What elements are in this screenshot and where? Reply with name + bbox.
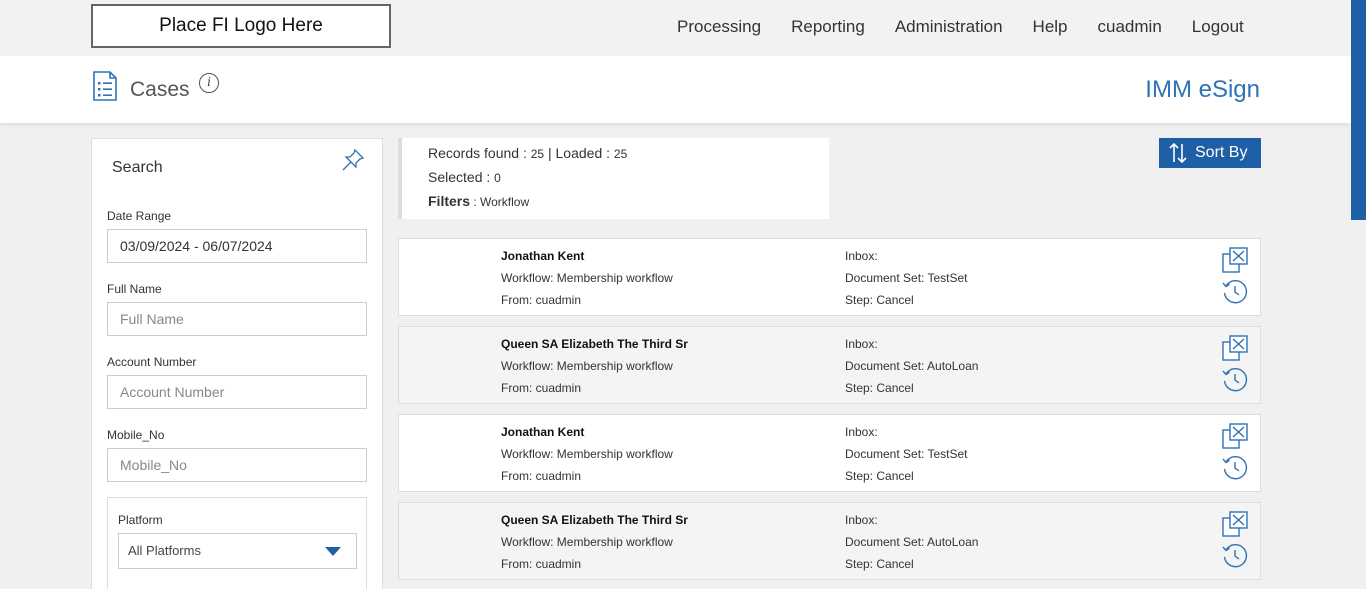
- case-step: Step: Cancel: [845, 293, 914, 307]
- case-inbox: Inbox:: [845, 425, 878, 439]
- nav-logout[interactable]: Logout: [1192, 17, 1244, 37]
- case-document-set: Document Set: TestSet: [845, 271, 968, 285]
- records-found-value: 25: [530, 147, 545, 161]
- case-name: Jonathan Kent: [501, 249, 585, 263]
- search-panel: Search Date Range 03/09/2024 - 06/07/202…: [91, 138, 383, 589]
- case-card[interactable]: Jonathan Kent Workflow: Membership workf…: [398, 238, 1261, 316]
- filters-value: : Workflow: [470, 195, 530, 209]
- date-range-label: Date Range: [107, 209, 172, 223]
- pin-icon[interactable]: [340, 147, 366, 173]
- case-card[interactable]: Queen SA Elizabeth The Third Sr Workflow…: [398, 326, 1261, 404]
- page-header: Cases i IMM eSign: [0, 56, 1351, 123]
- selected-line: Selected : 0: [428, 169, 501, 185]
- sort-arrows-icon: [1169, 142, 1187, 164]
- selected-label: Selected :: [428, 169, 495, 185]
- account-number-label: Account Number: [107, 355, 197, 369]
- nav-user[interactable]: cuadmin: [1098, 17, 1162, 37]
- loaded-value: 25: [613, 147, 628, 161]
- search-title: Search: [112, 159, 163, 176]
- case-card[interactable]: Queen SA Elizabeth The Third Sr Workflow…: [398, 502, 1261, 580]
- nav-reporting[interactable]: Reporting: [791, 17, 865, 37]
- history-icon[interactable]: [1221, 542, 1249, 570]
- selected-value: 0: [494, 171, 501, 185]
- records-summary: Records found : 25 | Loaded : 25 Selecte…: [398, 138, 829, 219]
- case-inbox: Inbox:: [845, 337, 878, 351]
- nav-administration[interactable]: Administration: [895, 17, 1003, 37]
- nav-processing[interactable]: Processing: [677, 17, 761, 37]
- loaded-label: | Loaded :: [544, 145, 614, 161]
- case-name: Jonathan Kent: [501, 425, 585, 439]
- info-icon[interactable]: i: [199, 73, 219, 93]
- case-workflow: Workflow: Membership workflow: [501, 271, 673, 285]
- sort-by-button[interactable]: Sort By: [1159, 138, 1261, 168]
- brand-name: IMM eSign: [1145, 76, 1260, 103]
- cancel-copy-icon[interactable]: [1221, 246, 1249, 274]
- scrollbar-thumb[interactable]: [1351, 0, 1366, 220]
- sort-by-label: Sort By: [1195, 144, 1248, 161]
- platform-section: Platform All Platforms: [107, 497, 367, 589]
- case-document-set: Document Set: AutoLoan: [845, 359, 979, 373]
- cancel-copy-icon[interactable]: [1221, 422, 1249, 450]
- mobile-no-input[interactable]: [107, 448, 367, 482]
- case-inbox: Inbox:: [845, 513, 878, 527]
- page-title: Cases: [130, 78, 190, 101]
- records-found-label: Records found :: [428, 145, 531, 161]
- platform-label: Platform: [118, 513, 163, 527]
- date-range-input[interactable]: 03/09/2024 - 06/07/2024: [107, 229, 367, 263]
- chevron-down-icon: [325, 547, 341, 556]
- case-workflow: Workflow: Membership workflow: [501, 535, 673, 549]
- case-card[interactable]: Jonathan Kent Workflow: Membership workf…: [398, 414, 1261, 492]
- case-name: Queen SA Elizabeth The Third Sr: [501, 513, 688, 527]
- history-icon[interactable]: [1221, 366, 1249, 394]
- platform-selected-value: All Platforms: [128, 543, 201, 558]
- case-step: Step: Cancel: [845, 381, 914, 395]
- case-workflow: Workflow: Membership workflow: [501, 447, 673, 461]
- history-icon[interactable]: [1221, 454, 1249, 482]
- case-from: From: cuadmin: [501, 557, 582, 571]
- case-document-set: Document Set: AutoLoan: [845, 535, 979, 549]
- cancel-copy-icon[interactable]: [1221, 510, 1249, 538]
- top-navbar: Place FI Logo Here Processing Reporting …: [0, 0, 1366, 56]
- case-step: Step: Cancel: [845, 557, 914, 571]
- case-inbox: Inbox:: [845, 249, 878, 263]
- case-from: From: cuadmin: [501, 293, 582, 307]
- case-from: From: cuadmin: [501, 381, 582, 395]
- platform-select[interactable]: All Platforms: [118, 533, 357, 569]
- case-workflow: Workflow: Membership workflow: [501, 359, 673, 373]
- cancel-copy-icon[interactable]: [1221, 334, 1249, 362]
- records-line: Records found : 25 | Loaded : 25: [428, 145, 627, 161]
- account-number-input[interactable]: [107, 375, 367, 409]
- history-icon[interactable]: [1221, 278, 1249, 306]
- mobile-no-label: Mobile_No: [107, 428, 165, 442]
- case-name: Queen SA Elizabeth The Third Sr: [501, 337, 688, 351]
- filters-line: Filters : Workflow: [428, 193, 529, 209]
- list-document-icon: [93, 71, 117, 101]
- case-from: From: cuadmin: [501, 469, 582, 483]
- nav-help[interactable]: Help: [1033, 17, 1068, 37]
- filters-label: Filters: [428, 193, 471, 209]
- logo-placeholder: Place FI Logo Here: [91, 4, 391, 48]
- full-name-input[interactable]: [107, 302, 367, 336]
- case-document-set: Document Set: TestSet: [845, 447, 968, 461]
- nav-menu: Processing Reporting Administration Help…: [677, 17, 1274, 37]
- full-name-label: Full Name: [107, 282, 162, 296]
- case-step: Step: Cancel: [845, 469, 914, 483]
